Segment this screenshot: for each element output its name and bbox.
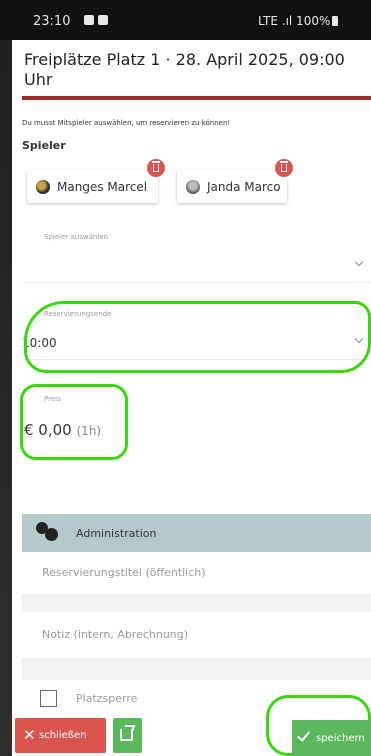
remove-player-button[interactable] (273, 157, 295, 179)
player-chip: Manges Marcel (27, 157, 167, 203)
save-label: speichern (316, 733, 365, 744)
avatar (36, 180, 50, 194)
reservation-title-placeholder: Reservierungstitel (öffentlich) (42, 566, 206, 579)
player-select[interactable] (22, 245, 371, 283)
player-name: Janda Marco (207, 180, 281, 194)
annotation-highlight (20, 384, 128, 460)
gears-icon (36, 522, 66, 542)
share-button[interactable] (113, 718, 142, 753)
player-name: Manges Marcel (57, 180, 148, 194)
status-right: LTE .ıl 100% (258, 14, 339, 28)
admin-section-header[interactable]: Administration (22, 514, 371, 552)
save-button[interactable]: speichern (292, 720, 371, 756)
check-icon (296, 728, 311, 742)
notification-icons (84, 15, 114, 27)
title-divider (22, 96, 371, 100)
annotation-highlight (24, 301, 371, 373)
gallery-icon (84, 15, 94, 25)
status-bar: 23:10 LTE .ıl 100% (0, 0, 371, 40)
court-lock-checkbox[interactable] (40, 690, 57, 707)
battery-icon (332, 16, 339, 26)
divider (22, 658, 371, 680)
players-label: Spieler (22, 139, 66, 152)
avatar (186, 180, 200, 194)
status-time: 23:10 (33, 14, 71, 29)
select-player-label: Spieler auswählen (44, 233, 109, 241)
note-input[interactable]: Notiz (intern, Abrechnung) (22, 612, 371, 658)
close-button[interactable]: ✕ schließen (15, 718, 106, 753)
check-box-icon (98, 15, 108, 25)
player-hint: Du musst Mitspieler auswählen, um reserv… (22, 119, 231, 127)
dialog-title: Freiplätze Platz 1 · 28. April 2025, 09:… (24, 50, 345, 89)
trash-icon (152, 161, 160, 172)
player-chip: Janda Marco (177, 157, 295, 203)
signal-icon: LTE .ıl 100% (258, 14, 331, 28)
divider (22, 594, 371, 612)
remove-player-button[interactable] (145, 157, 167, 179)
backdrop-edge (0, 0, 12, 756)
gear-icon (45, 528, 58, 541)
note-placeholder: Notiz (intern, Abrechnung) (42, 628, 189, 641)
trash-icon (280, 161, 288, 172)
court-lock-label: Platzsperre (76, 692, 138, 705)
chevron-down-icon (354, 257, 364, 267)
reservation-title-input[interactable]: Reservierungstitel (öffentlich) (22, 552, 371, 594)
share-arrow-icon (122, 725, 136, 733)
admin-title: Administration (76, 527, 157, 540)
close-icon: ✕ (23, 726, 36, 744)
close-label: schließen (39, 730, 87, 741)
